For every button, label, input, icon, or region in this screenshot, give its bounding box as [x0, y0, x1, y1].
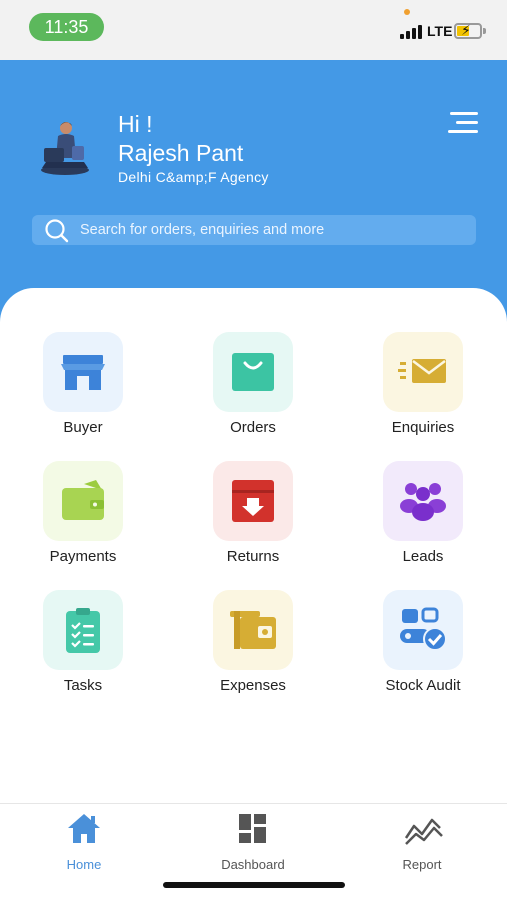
group-icon: [400, 483, 446, 521]
store-icon: [61, 355, 105, 390]
search-placeholder: Search for orders, enquiries and more: [80, 222, 325, 238]
search-bar[interactable]: Search for orders, enquiries and more: [32, 215, 476, 245]
feature-grid: Buyer Orders Enquiries Payments Returns …: [0, 288, 507, 808]
tile-orders[interactable]: Orders: [178, 332, 328, 452]
tile-orders-label: Orders: [230, 419, 276, 436]
home-icon: [68, 814, 100, 843]
nav-dashboard[interactable]: Dashboard: [193, 812, 313, 872]
privacy-indicator-dot: [404, 9, 410, 15]
status-bar: 11:35 LTE ⚡: [0, 0, 507, 60]
tile-tasks-box: [43, 590, 123, 670]
wallet-icon: [62, 480, 104, 520]
tile-expenses-label: Expenses: [220, 677, 286, 694]
agency-name: Delhi C&amp;F Agency: [118, 169, 269, 185]
tile-orders-box: [213, 332, 293, 412]
clipboard-checklist-icon: [66, 608, 100, 653]
user-sitting-laptop-icon[interactable]: [36, 118, 94, 176]
greeting: Hi !: [118, 111, 153, 137]
nav-report-label: Report: [402, 857, 442, 872]
tile-leads-label: Leads: [402, 548, 444, 565]
tile-expenses[interactable]: Expenses: [178, 590, 328, 710]
tile-returns[interactable]: Returns: [178, 461, 328, 581]
tile-buyer[interactable]: Buyer: [8, 332, 158, 452]
shopping-bag-icon: [232, 353, 274, 391]
nav-home-label: Home: [66, 857, 102, 872]
home-indicator[interactable]: [163, 882, 345, 888]
tile-payments-label: Payments: [49, 548, 117, 565]
tile-leads-box: [383, 461, 463, 541]
nav-home[interactable]: Home: [24, 812, 144, 872]
tile-tasks-label: Tasks: [63, 677, 103, 694]
menu-icon[interactable]: [444, 112, 478, 136]
user-name: Rajesh Pant: [118, 140, 244, 166]
status-time: 11:35: [29, 13, 104, 41]
tile-stock-audit-box: [383, 590, 463, 670]
stock-audit-icon: [400, 607, 447, 651]
tile-returns-label: Returns: [226, 548, 280, 565]
tile-payments[interactable]: Payments: [8, 461, 158, 581]
return-box-icon: [232, 480, 274, 522]
tile-expenses-box: [213, 590, 293, 670]
tile-buyer-label: Buyer: [63, 419, 103, 436]
search-icon: [45, 219, 69, 243]
tile-stock-audit[interactable]: Stock Audit: [348, 590, 498, 710]
tile-leads[interactable]: Leads: [348, 461, 498, 581]
expense-wallet-icon: [230, 611, 276, 649]
tile-enquiries-label: Enquiries: [391, 419, 455, 436]
tile-returns-box: [213, 461, 293, 541]
report-chart-icon: [404, 818, 443, 845]
nav-report[interactable]: Report: [362, 812, 482, 872]
tile-enquiries-box: [383, 332, 463, 412]
battery-icon: ⚡: [454, 22, 482, 39]
dashboard-icon: [239, 814, 266, 843]
tile-tasks[interactable]: Tasks: [8, 590, 158, 710]
signal-icon: [400, 25, 424, 39]
tile-enquiries[interactable]: Enquiries: [348, 332, 498, 452]
battery-tip: [483, 28, 486, 34]
nav-dashboard-label: Dashboard: [221, 857, 285, 872]
tile-payments-box: [43, 461, 123, 541]
tile-buyer-box: [43, 332, 123, 412]
tile-stock-audit-label: Stock Audit: [385, 677, 461, 694]
envelope-icon: [398, 359, 446, 383]
network-type: LTE: [427, 23, 453, 39]
